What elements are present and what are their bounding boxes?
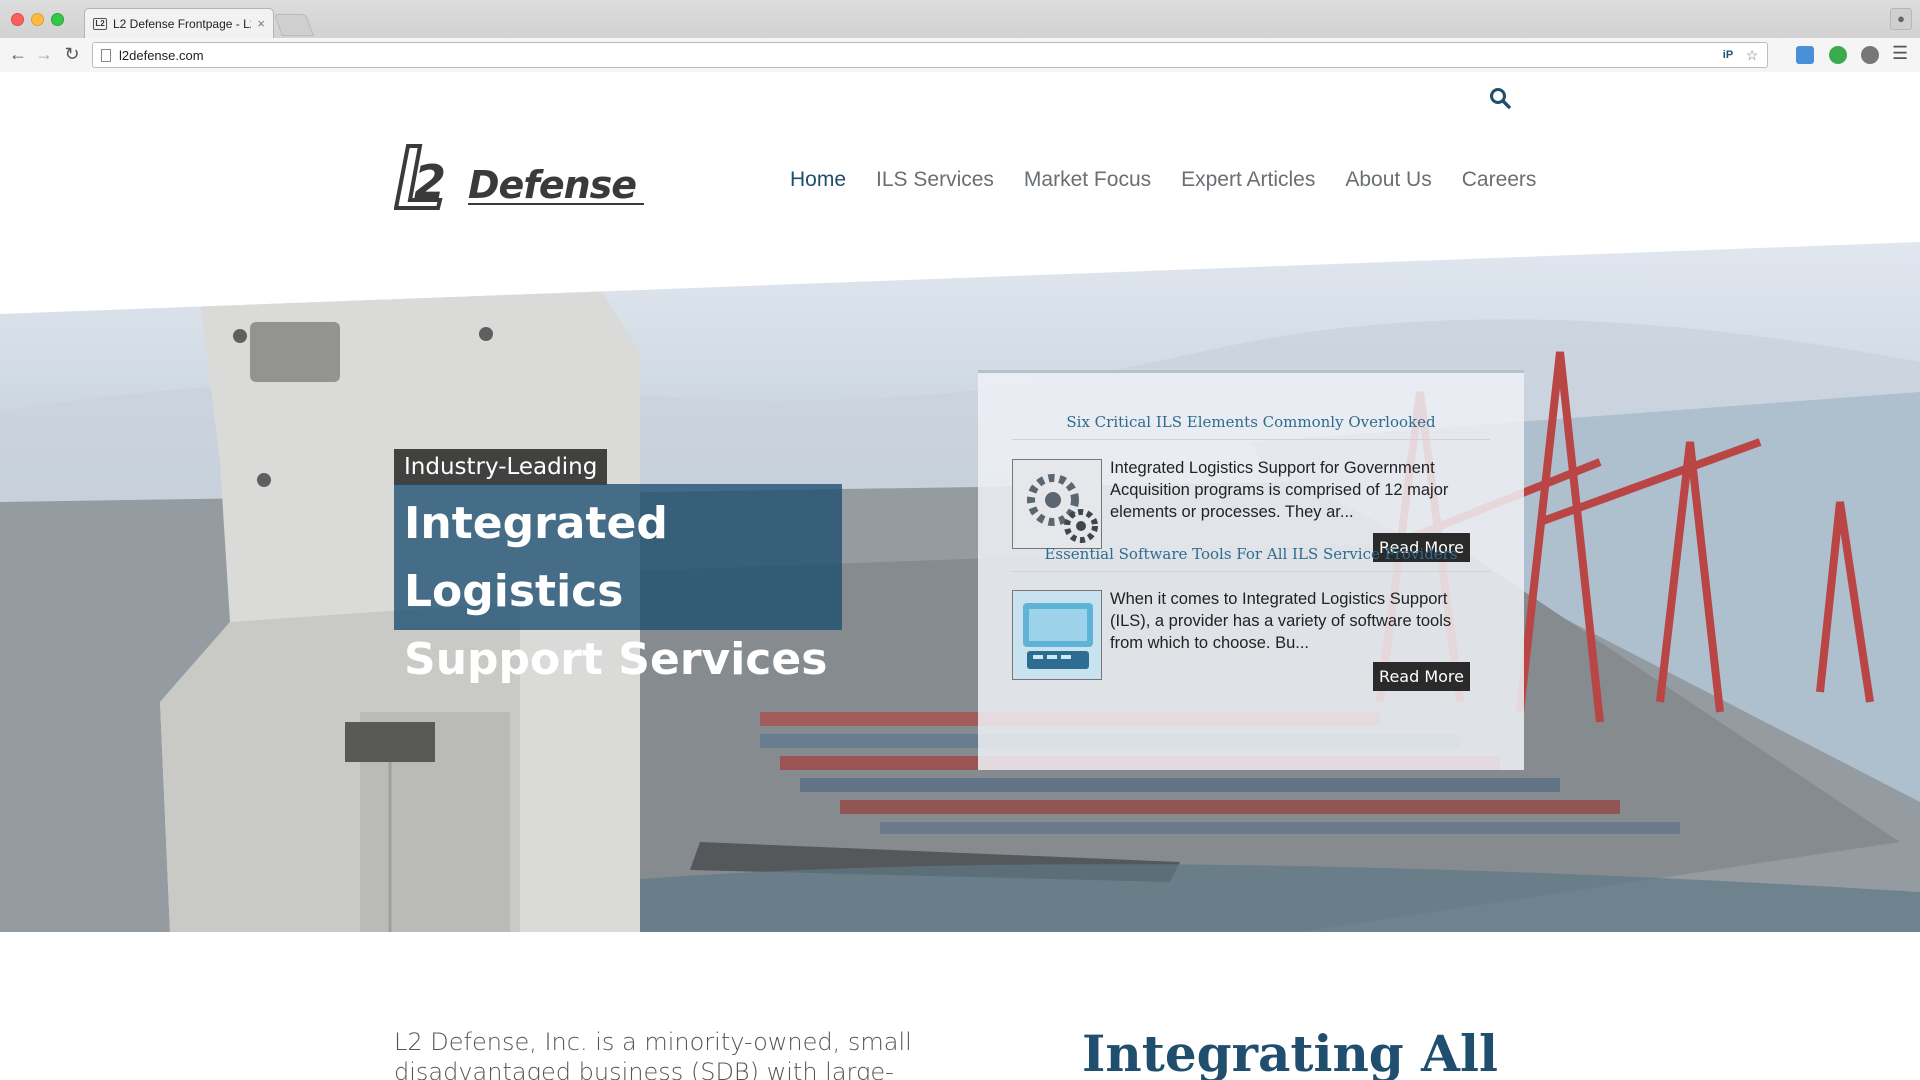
site-logo[interactable]: 2 Defense [393,142,646,214]
article-excerpt: When it comes to Integrated Logistics Su… [1110,590,1452,652]
hero-tagline-small: Industry-Leading [394,449,608,485]
article-title-link[interactable]: Essential Software Tools For All ILS Ser… [1012,537,1490,572]
hero-tagline-big: Integrated Logistics Support Services [394,484,842,685]
tab-title: L2 Defense Frontpage - L2 [113,16,252,31]
tab-close-icon[interactable]: × [257,16,265,31]
ip-icon[interactable]: iP [1719,46,1737,64]
article-title-link[interactable]: Six Critical ILS Elements Commonly Overl… [1012,373,1490,440]
hero-banner: Industry-Leading Integrated Logistics Su… [0,242,1920,932]
favicon-icon: L2 [93,17,107,30]
nav-home[interactable]: Home [790,168,846,192]
reload-icon[interactable]: ↻ [60,42,84,66]
new-tab-button[interactable] [273,14,315,36]
page-icon [101,48,111,62]
svg-text:2: 2 [414,155,446,209]
intro-heading: Integrating All [1082,1024,1498,1080]
extension-icon-3[interactable] [1861,46,1879,64]
article-thumbnail[interactable] [1012,459,1102,549]
browser-tab[interactable]: L2 L2 Defense Frontpage - L2 × [84,8,274,38]
tab-strip: L2 L2 Defense Frontpage - L2 × ● [0,0,1920,38]
article-card: Six Critical ILS Elements Commonly Overl… [1012,373,1490,562]
browser-toolbar: ← → ↻ l2defense.com iP ☆ ☰ [0,38,1920,72]
article-excerpt: Integrated Logistics Support for Governm… [1110,459,1449,521]
hero-photo [0,242,1920,932]
back-icon[interactable]: ← [6,42,30,66]
forward-icon[interactable]: → [32,42,56,66]
profile-icon[interactable]: ● [1890,8,1912,30]
close-window-button[interactable] [11,13,24,26]
main-nav: Home ILS Services Market Focus Expert Ar… [790,168,1566,192]
address-bar[interactable]: l2defense.com iP ☆ [92,42,1768,68]
nav-careers[interactable]: Careers [1462,168,1537,192]
search-icon[interactable] [1488,86,1512,110]
extension-icon-1[interactable] [1796,46,1814,64]
star-icon[interactable]: ☆ [1743,46,1761,64]
svg-text:Defense: Defense [468,163,636,207]
read-more-button[interactable]: Read More [1373,662,1470,691]
nav-ils-services[interactable]: ILS Services [876,168,994,192]
minimize-window-button[interactable] [31,13,44,26]
menu-icon[interactable]: ☰ [1892,43,1908,64]
grammarly-icon[interactable] [1829,46,1847,64]
logo-mark: 2 Defense [393,144,644,210]
maximize-window-button[interactable] [51,13,64,26]
featured-articles-panel: Six Critical ILS Elements Commonly Overl… [978,370,1524,770]
browser-chrome: L2 L2 Defense Frontpage - L2 × ● ← → ↻ l… [0,0,1920,72]
intro-paragraph: L2 Defense, Inc. is a minority-owned, sm… [394,1028,912,1080]
article-card: Essential Software Tools For All ILS Ser… [1012,537,1490,701]
nav-about-us[interactable]: About Us [1345,168,1431,192]
nav-expert-articles[interactable]: Expert Articles [1181,168,1315,192]
web-page: 2 Defense Home ILS Services Market Focus… [0,72,1920,1080]
url-text[interactable]: l2defense.com [119,48,1719,63]
nav-market-focus[interactable]: Market Focus [1024,168,1151,192]
article-thumbnail[interactable] [1012,590,1102,680]
